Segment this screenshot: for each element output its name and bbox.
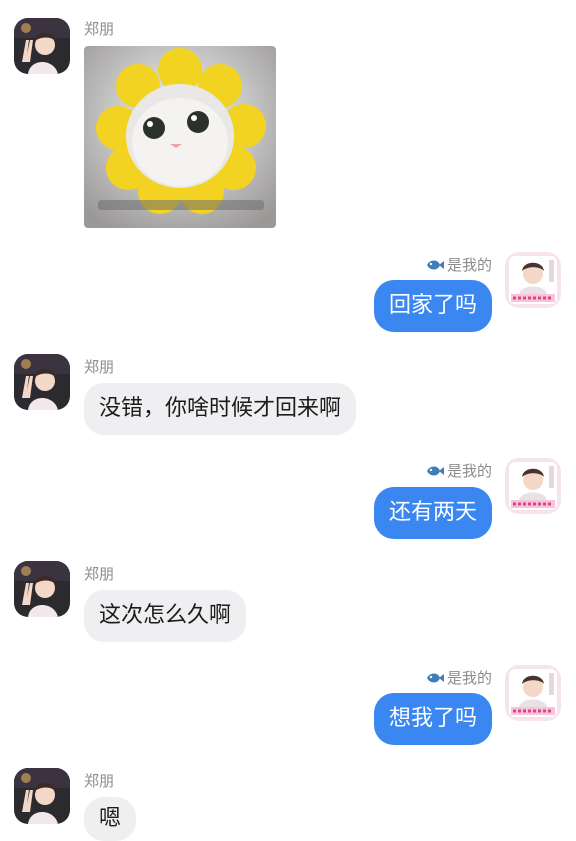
message-bubble[interactable]: 想我了吗 xyxy=(373,693,492,745)
avatar[interactable] xyxy=(14,354,70,410)
sender-name: 是我的 xyxy=(426,460,492,481)
message-bubble[interactable]: 没错，你啥时候才回来啊 xyxy=(84,383,357,435)
avatar[interactable] xyxy=(505,458,561,514)
avatar[interactable] xyxy=(505,252,561,308)
cat-sticker-image[interactable] xyxy=(84,46,276,228)
message-bubble[interactable]: 这次怎么久啊 xyxy=(84,590,247,642)
sender-name: 郑朋 xyxy=(84,20,115,38)
sender-name: 是我的 xyxy=(426,254,492,275)
sender-name: 是我的 xyxy=(426,667,492,688)
fish-icon xyxy=(426,260,444,269)
avatar[interactable] xyxy=(14,768,70,824)
avatar[interactable] xyxy=(14,18,70,74)
sender-name: 郑朋 xyxy=(84,772,115,790)
message-bubble[interactable]: 嗯 xyxy=(84,797,137,841)
fish-icon xyxy=(426,466,444,475)
fish-icon xyxy=(426,673,444,682)
sender-name: 郑朋 xyxy=(84,358,115,376)
avatar[interactable] xyxy=(14,561,70,617)
message-bubble[interactable]: 还有两天 xyxy=(373,487,492,539)
avatar[interactable] xyxy=(505,665,561,721)
sender-name: 郑朋 xyxy=(84,565,115,583)
message-bubble[interactable]: 回家了吗 xyxy=(373,280,492,332)
